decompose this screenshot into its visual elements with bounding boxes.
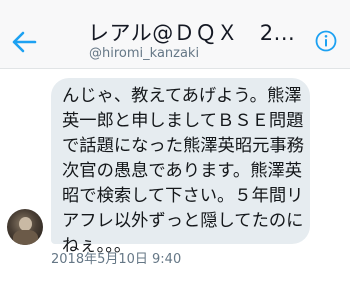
- message-line: 次官の愚息であります。熊澤英: [62, 161, 303, 181]
- message-line: んじゃ、教えてあげよう。熊澤: [62, 86, 302, 106]
- back-arrow-icon[interactable]: [11, 31, 37, 53]
- message-text: んじゃ、教えてあげよう。熊澤 英一郎と申しましてＢＳＥ問題 で話題になった熊澤英昭元…: [62, 84, 308, 259]
- conversation-title: レアル@ＤＱＸ 2...: [88, 21, 296, 45]
- user-handle: @hiromi_kanzaki: [89, 46, 200, 61]
- message-line: 昭で検索して下さい。５年間リ: [62, 186, 304, 206]
- message-line: アフレ以外ずっと隠してたのに: [62, 211, 304, 231]
- message-line: で話題になった熊澤英昭元事務: [62, 136, 304, 156]
- message-bubble[interactable]: んじゃ、教えてあげよう。熊澤 英一郎と申しましてＢＳＥ問題 で話題になった熊澤英昭元…: [51, 78, 310, 256]
- info-icon[interactable]: [315, 30, 337, 52]
- conversation-header: レアル@ＤＱＸ 2... @hiromi_kanzaki: [0, 0, 350, 69]
- message-timestamp: 2018年5月10日 9:40: [51, 252, 182, 267]
- message-line: 英一郎と申しましてＢＳＥ問題: [62, 111, 304, 131]
- avatar[interactable]: [7, 209, 43, 245]
- avatar-face: [19, 217, 32, 231]
- avatar-body: [13, 230, 38, 245]
